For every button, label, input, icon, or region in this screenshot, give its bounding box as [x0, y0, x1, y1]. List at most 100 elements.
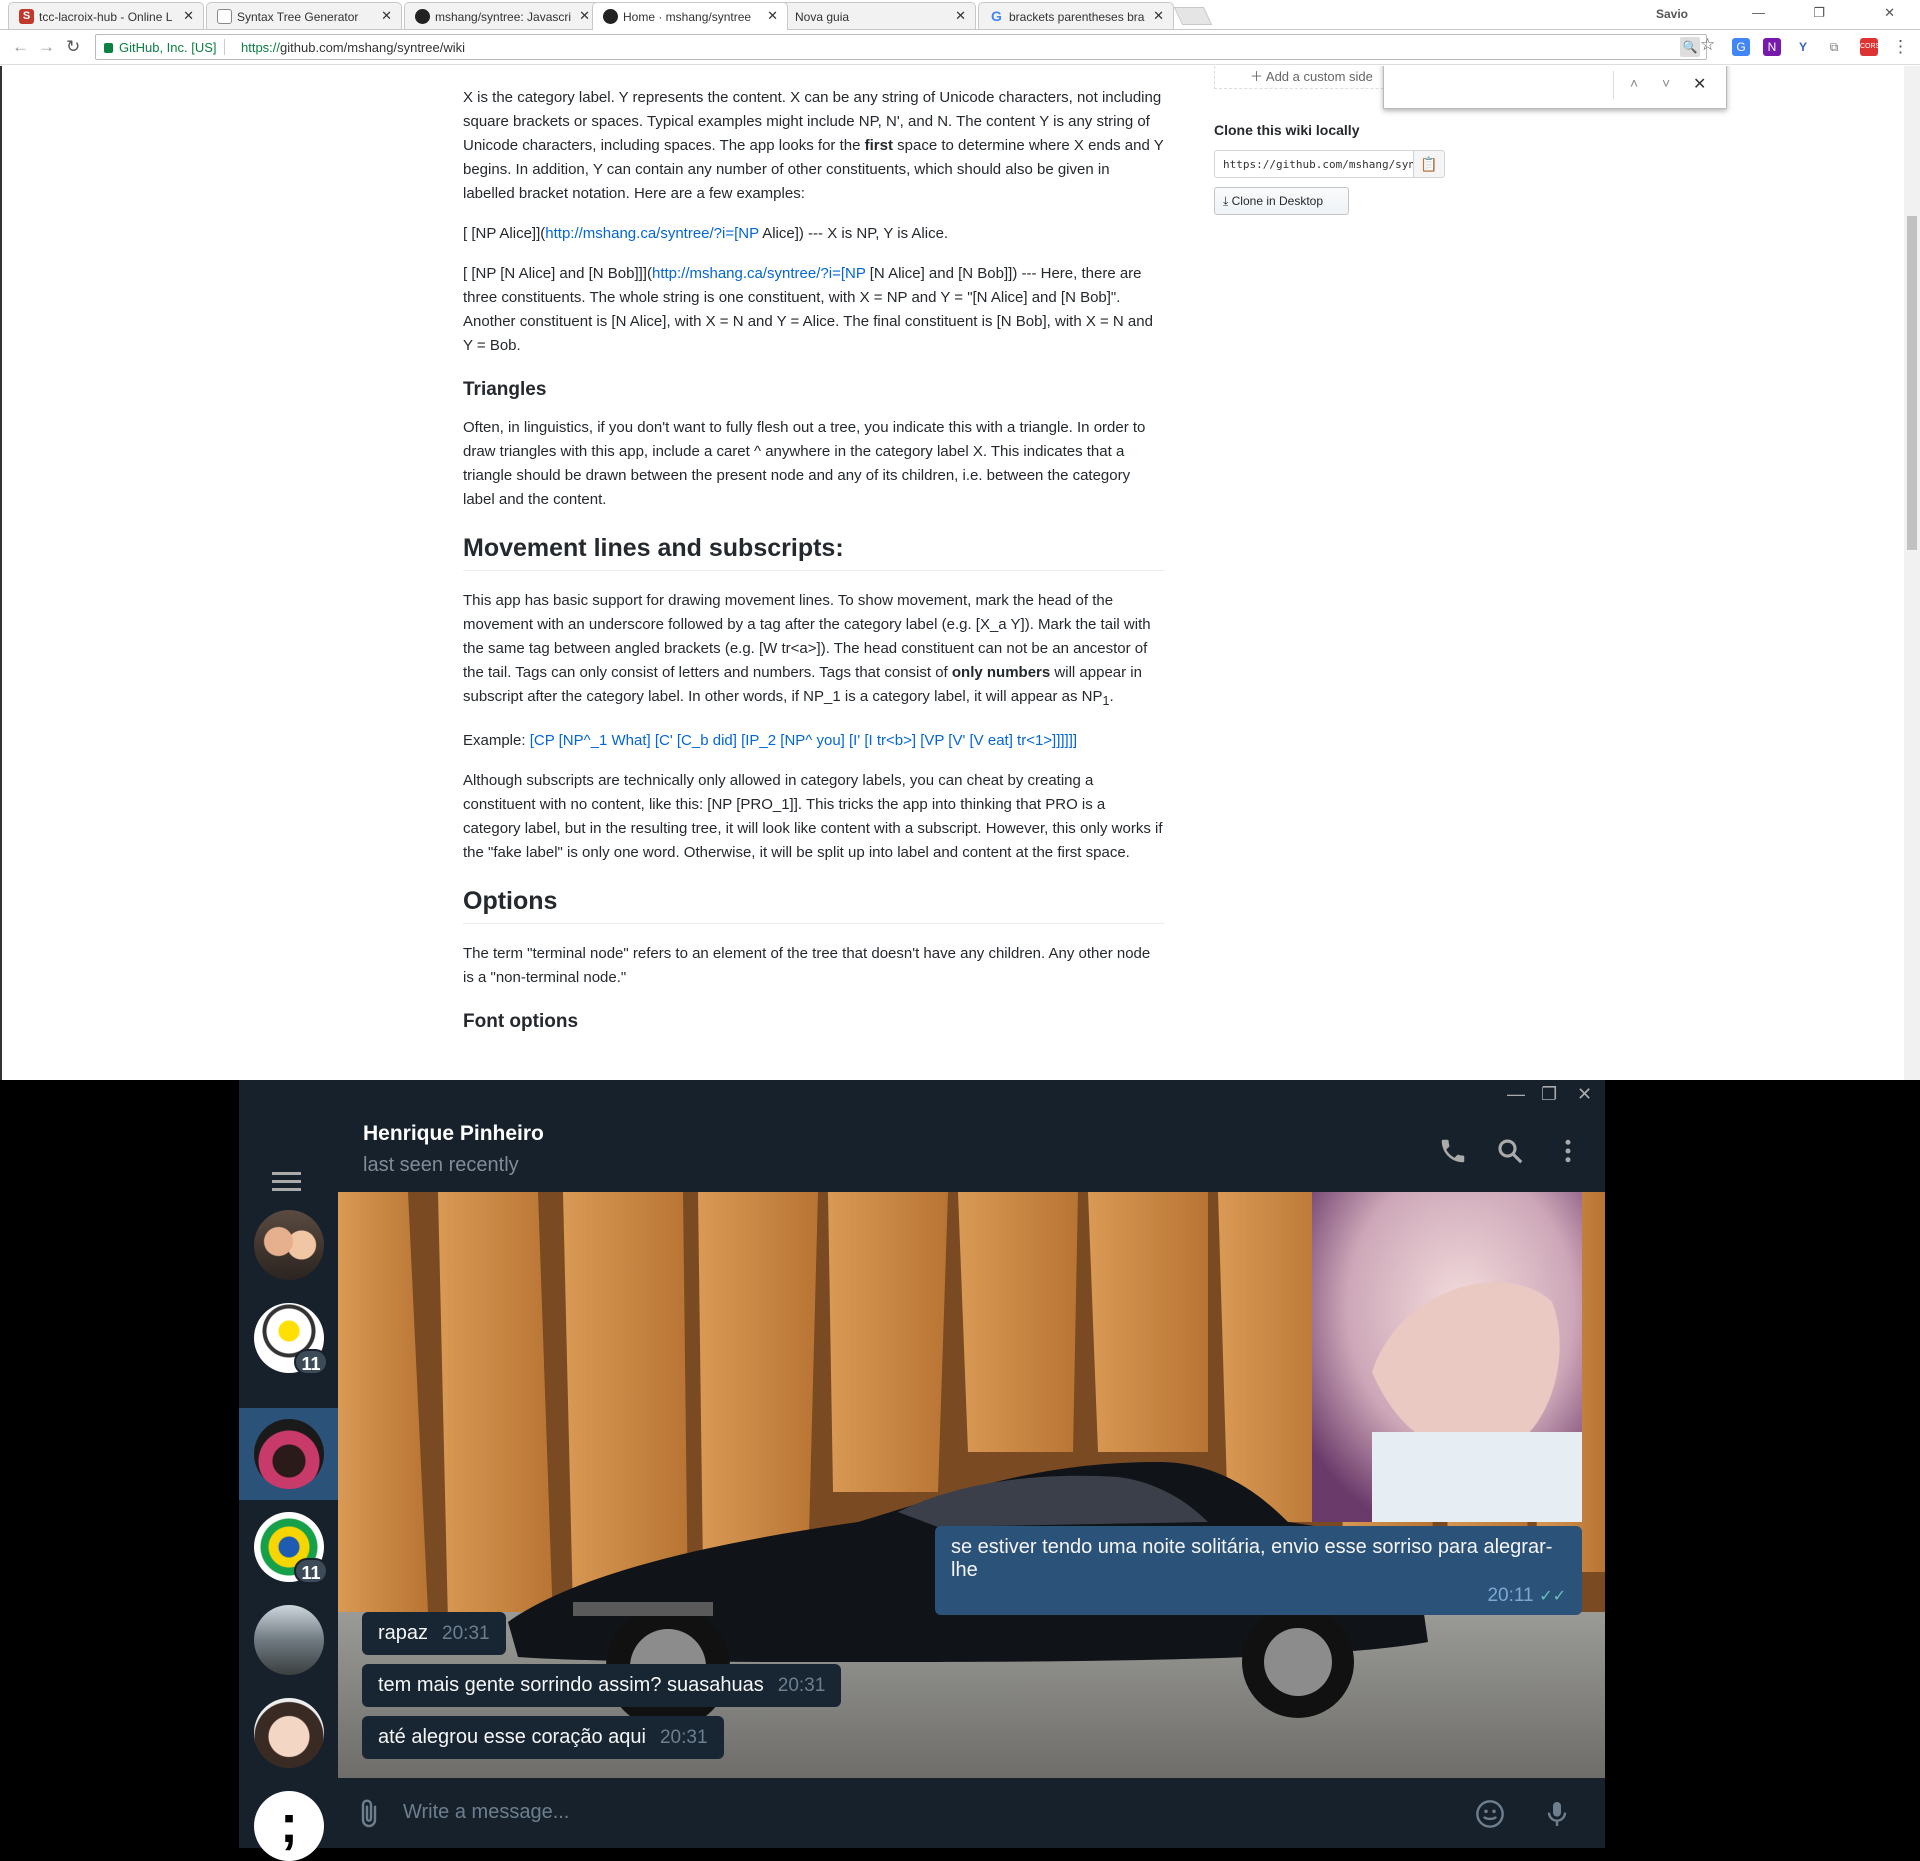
browser-toolbar: ← → ↻ GitHub, Inc. [US] https://github.c… [0, 29, 1920, 65]
movement-example-link[interactable]: [CP [NP^_1 What] [C' [C_b did] [IP_2 [NP… [530, 732, 1077, 749]
incoming-message[interactable]: até alegrou esse coração aqui 20:31 [362, 1716, 724, 1759]
more-options-icon[interactable] [1553, 1136, 1583, 1166]
lock-icon [104, 43, 113, 53]
find-in-page-icon[interactable]: 🔍 [1680, 37, 1700, 57]
close-window-icon[interactable]: ✕ [1577, 1084, 1592, 1105]
reload-icon[interactable]: ↻ [66, 37, 80, 57]
close-tab-icon[interactable]: ✕ [955, 8, 966, 24]
hamburger-menu-icon[interactable] [272, 1172, 301, 1175]
telegram-window: — ❐ ✕ 11 11 ; Henrique Pinheiro last see… [239, 1080, 1605, 1861]
telegram-titlebar: — ❐ ✕ [239, 1080, 1605, 1110]
back-icon[interactable]: ← [12, 37, 29, 57]
minimize-icon[interactable]: — [1507, 1084, 1525, 1105]
clone-wiki-heading: Clone this wiki locally [1214, 122, 1360, 138]
unread-badge: 11 [294, 1558, 328, 1584]
search-icon[interactable] [1495, 1136, 1525, 1166]
copy-clipboard-button[interactable]: 📋 [1413, 150, 1445, 178]
tab-mshang-syntree[interactable]: mshang/syntree: Javascri ✕ [404, 2, 600, 29]
heading-options: Options [463, 889, 1165, 924]
close-tab-icon[interactable]: ✕ [183, 8, 194, 24]
message-time: 20:31 [659, 1727, 708, 1748]
browser-window: S tcc-lacroix-hub - Online L ✕ Syntax Tr… [0, 0, 1920, 1080]
find-previous-icon[interactable]: ˄ [1630, 75, 1638, 91]
profile-name[interactable]: Savio [1656, 7, 1688, 21]
microphone-icon[interactable] [1541, 1798, 1573, 1830]
clone-url-input[interactable]: https://github.com/mshang/syntree.wiki.g… [1214, 150, 1414, 178]
close-window-icon[interactable]: ✕ [1884, 5, 1895, 21]
incoming-message[interactable]: tem mais gente sorrindo assim? suasahuas… [362, 1664, 842, 1707]
message-text: até alegrou esse coração aqui [378, 1726, 646, 1748]
video-message[interactable] [1312, 1192, 1582, 1522]
tab-scribd[interactable]: S tcc-lacroix-hub - Online L ✕ [8, 2, 204, 29]
chat-avatar-brazil[interactable]: 11 [254, 1512, 328, 1584]
translate-extension-icon[interactable]: G [1732, 38, 1750, 56]
tab-new[interactable]: Nova guia ✕ [780, 2, 976, 29]
example-link[interactable]: http://mshang.ca/syntree/?i=[NP [652, 265, 866, 282]
github-icon [603, 9, 618, 24]
phone-icon[interactable] [1438, 1136, 1468, 1166]
attach-paperclip-icon[interactable] [353, 1798, 385, 1830]
url-text[interactable]: https://github.com/mshang/syntree/wiki [241, 40, 465, 55]
clone-in-desktop-button[interactable]: ⤓ Clone in Desktop [1214, 187, 1349, 215]
tab-strip: S tcc-lacroix-hub - Online L ✕ Syntax Tr… [0, 0, 1920, 30]
message-input[interactable]: Write a message... [403, 1801, 569, 1824]
emoji-icon[interactable] [1474, 1798, 1506, 1830]
paragraph-movement: This app has basic support for drawing m… [463, 592, 1151, 708]
menu-kebab-icon[interactable]: ⋮ [1892, 37, 1909, 57]
chat-avatar-anime[interactable] [254, 1419, 324, 1489]
example-alice: [ [NP Alice]](http://mshang.ca/syntree/?… [463, 225, 949, 242]
heading-movement: Movement lines and subscripts: [463, 536, 1165, 571]
chat-avatar-landscape[interactable] [254, 1605, 324, 1675]
heading-triangles: Triangles [463, 379, 547, 400]
new-tab-button[interactable] [1173, 7, 1213, 25]
contact-name[interactable]: Henrique Pinheiro [363, 1122, 544, 1146]
yoast-extension-icon[interactable]: Y [1794, 38, 1812, 56]
example-link[interactable]: http://mshang.ca/syntree/?i=[NP [545, 225, 759, 242]
video-thumbnail-image [1312, 1192, 1582, 1522]
bookmark-star-icon[interactable]: ☆ [1700, 35, 1715, 55]
chat-avatar-girl[interactable] [254, 1698, 324, 1768]
outgoing-message[interactable]: se estiver tendo uma noite solitária, en… [935, 1526, 1582, 1615]
chat-avatar-group[interactable]: 11 [254, 1303, 328, 1375]
page-scrollbar[interactable] [1904, 66, 1920, 1080]
desktop-download-icon: ⤓ [1223, 194, 1232, 208]
tab-syntax-tree[interactable]: Syntax Tree Generator ✕ [206, 2, 402, 29]
close-tab-icon[interactable]: ✕ [767, 8, 778, 24]
paragraph-subscripts: Although subscripts are technically only… [463, 772, 1163, 861]
unread-badge: 11 [294, 1349, 328, 1375]
restore-icon[interactable]: ❐ [1813, 5, 1825, 21]
window-extension-icon[interactable]: ⧉ [1825, 38, 1843, 56]
github-wiki-page: X is the category label. Y represents th… [0, 66, 1904, 1080]
incoming-message[interactable]: rapaz 20:31 [362, 1612, 506, 1655]
scrollbar-thumb[interactable] [1907, 216, 1917, 550]
message-text: se estiver tendo uma noite solitária, en… [951, 1536, 1553, 1581]
minimize-icon[interactable]: — [1752, 5, 1765, 20]
read-check-icon: ✓✓ [1539, 1588, 1566, 1605]
find-next-icon[interactable]: ˅ [1662, 75, 1670, 91]
onenote-extension-icon[interactable]: N [1763, 38, 1781, 56]
close-tab-icon[interactable]: ✕ [381, 8, 392, 24]
ev-certificate[interactable]: GitHub, Inc. [US] [104, 40, 217, 55]
forward-icon[interactable]: → [38, 37, 55, 57]
find-input[interactable] [1392, 71, 1614, 99]
message-time: 20:31 [442, 1623, 490, 1644]
tab-google-search[interactable]: G brackets parentheses bra ✕ [978, 2, 1174, 29]
paragraph-category-label: X is the category label. Y represents th… [463, 89, 1164, 202]
paragraph-options: The term "terminal node" refers to an el… [463, 945, 1151, 986]
tab-home-wiki[interactable]: Home · mshang/syntree ✕ [592, 2, 788, 30]
chat-messages-area: se estiver tendo uma noite solitária, en… [338, 1192, 1605, 1778]
message-text: tem mais gente sorrindo assim? suasahuas [378, 1674, 764, 1696]
clipboard-icon: 📋 [1420, 156, 1438, 172]
message-time: 20:11 [1487, 1585, 1534, 1606]
maximize-icon[interactable]: ❐ [1541, 1084, 1557, 1105]
message-time: 20:31 [777, 1675, 826, 1696]
message-text: rapaz [378, 1622, 429, 1644]
chat-avatar-semicolon[interactable]: ; [254, 1791, 324, 1861]
cors-extension-icon[interactable]: CORS [1860, 38, 1880, 56]
close-find-icon[interactable]: ✕ [1693, 74, 1706, 94]
address-bar[interactable]: GitHub, Inc. [US] https://github.com/msh… [95, 34, 1707, 60]
close-tab-icon[interactable]: ✕ [1153, 8, 1164, 24]
close-tab-icon[interactable]: ✕ [579, 8, 590, 24]
chat-avatar-couple[interactable] [254, 1210, 324, 1280]
wiki-article: X is the category label. Y represents th… [463, 66, 1165, 1048]
